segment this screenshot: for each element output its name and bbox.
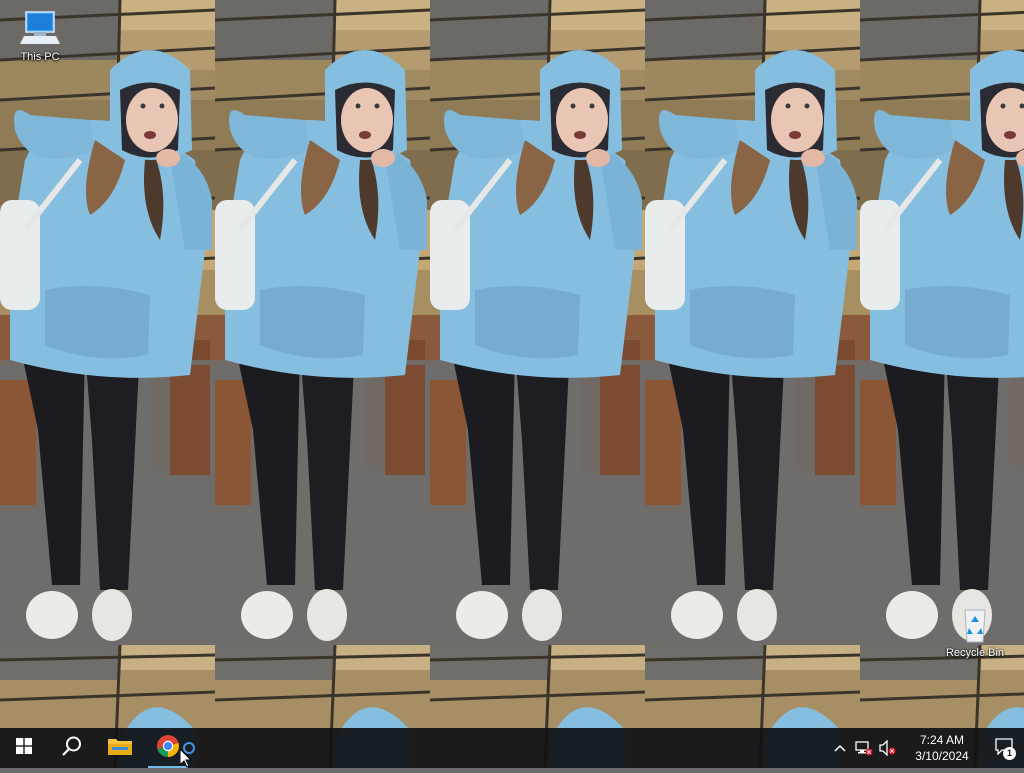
mouse-cursor-icon (179, 747, 193, 773)
chevron-up-icon[interactable] (828, 728, 852, 768)
wallpaper-tile (0, 0, 215, 768)
notification-count-badge: 1 (1003, 747, 1016, 760)
wallpaper-tile (430, 0, 645, 768)
folder-icon (108, 736, 132, 761)
search-button[interactable] (48, 728, 96, 768)
wallpaper-tile (215, 0, 430, 768)
desktop-icon-recycle-bin[interactable]: Recycle Bin (937, 604, 1013, 660)
clock-time: 7:24 AM (919, 733, 965, 747)
taskbar-file-explorer[interactable] (96, 728, 144, 768)
chrome-icon (156, 734, 180, 763)
desktop-icon-label: This PC (20, 51, 60, 63)
action-center-button[interactable]: 1 (984, 728, 1024, 768)
wallpaper-tile (645, 0, 860, 768)
windows-logo-icon (16, 737, 32, 759)
recycle-bin-icon (955, 604, 995, 644)
taskbar-clock[interactable]: 7:24 AM 3/10/2024 (904, 732, 980, 764)
desktop-icon-this-pc[interactable]: This PC (2, 8, 78, 64)
system-tray: 7:24 AM 3/10/2024 1 (828, 728, 1024, 768)
start-button[interactable] (0, 728, 48, 768)
network-icon[interactable] (852, 728, 876, 768)
desktop-wallpaper (0, 0, 1024, 768)
desktop-icon-label: Recycle Bin (945, 647, 1005, 659)
clock-date: 3/10/2024 (915, 749, 969, 763)
taskbar: 7:24 AM 3/10/2024 1 (0, 728, 1024, 768)
volume-muted-icon[interactable] (876, 728, 900, 768)
search-icon (61, 735, 83, 762)
this-pc-icon (20, 8, 60, 48)
